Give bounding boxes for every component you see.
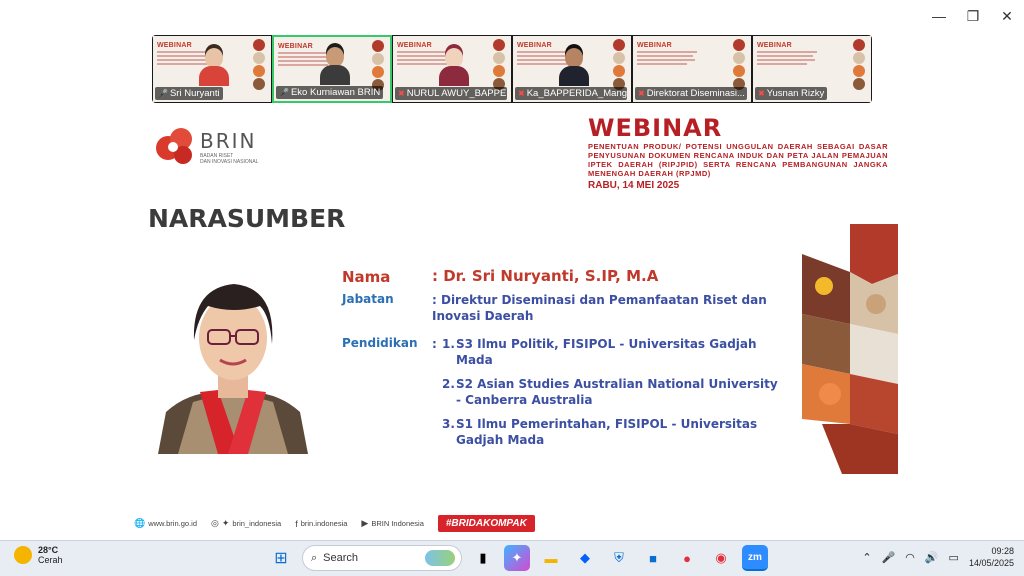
copilot-icon[interactable]: ✦ [504, 545, 530, 571]
participant-name: 🎤 Sri Nuryanti [155, 87, 223, 100]
system-tray: ⌃ 🎤 ◠ 🔊 ▭ 09:28 14/05/2025 [862, 545, 1014, 569]
search-placeholder: Search [323, 552, 359, 564]
speaker-info: Nama : Dr. Sri Nuryanti, S.IP, M.A Jabat… [342, 268, 782, 462]
clock-date: 14/05/2025 [968, 558, 1014, 568]
footer-social: brin_indonesia [232, 519, 282, 528]
mic-muted-icon: ✖ [638, 89, 645, 98]
search-box[interactable]: ⌕ Search [302, 545, 462, 571]
youtube-icon: ▶ [361, 518, 369, 528]
webinar-subtitle: PENENTUAN PRODUK/ POTENSI UNGGULAN DAERA… [588, 142, 888, 178]
tile-webinar-text: WEBINAR [637, 42, 672, 49]
speaker-icon[interactable]: 🔊 [925, 551, 939, 564]
participant-tile[interactable]: WEBINAR ✖ Direktorat Diseminasi... [632, 35, 752, 103]
taskbar: 28°C Cerah ⊞ ⌕ Search ▮ ✦ ▬ ◆ ⛨ ■ ● ◉ zm… [0, 540, 1024, 576]
participant-tile[interactable]: WEBINAR ✖ NURUL AWUY_BAPPE... [392, 35, 512, 103]
file-explorer-icon[interactable]: ▬ [538, 545, 564, 571]
footer-website: www.brin.go.id [148, 519, 197, 528]
wifi-icon[interactable]: ◠ [905, 551, 915, 564]
battery-icon[interactable]: ▭ [949, 551, 959, 564]
tile-slide-lines [757, 51, 819, 67]
tile-food-decoration [249, 38, 269, 98]
weather-widget[interactable]: 28°C Cerah [14, 545, 63, 565]
taskbar-apps: ⊞ ⌕ Search ▮ ✦ ▬ ◆ ⛨ ■ ● ◉ zm [268, 545, 768, 571]
twitter-icon: ✦ [221, 518, 230, 528]
mic-muted-icon: ✖ [518, 89, 525, 98]
facebook-icon: f [295, 518, 298, 529]
education-item: 2. S2 Asian Studies Australian National U… [442, 377, 778, 407]
shared-slide: BRIN BADAN RISET DAN INOVASI NASIONAL WE… [126, 106, 898, 540]
jabatan-label: Jabatan [342, 292, 394, 306]
tile-webinar-text: WEBINAR [278, 43, 313, 50]
webinar-banner: WEBINAR PENENTUAN PRODUK/ POTENSI UNGGUL… [588, 114, 888, 191]
footer-facebook: brin.indonesia [300, 519, 348, 528]
mic-muted-icon: ✖ [758, 89, 765, 98]
logo-sub2: DAN INOVASI NASIONAL [200, 159, 259, 165]
mic-muted-icon: ✖ [398, 89, 405, 98]
brin-logo: BRIN BADAN RISET DAN INOVASI NASIONAL [156, 128, 259, 166]
sun-icon [14, 546, 32, 564]
jabatan-value: : Direktur Diseminasi dan Pemanfaatan Ri… [432, 293, 767, 323]
participant-tile[interactable]: WEBINAR ✖ Yusnan Rizky [752, 35, 872, 103]
weather-condition: Cerah [38, 555, 63, 565]
participant-name: ✖ Yusnan Rizky [755, 87, 828, 100]
windows-start-icon[interactable]: ⊞ [268, 545, 294, 571]
speaker-photo [148, 252, 318, 454]
slide-footer: 🌐 www.brin.go.id ◎ ✦ brin_indonesia f brin.i… [134, 515, 535, 532]
footer-youtube: BRIN Indonesia [371, 519, 424, 528]
tile-slide-lines [637, 51, 699, 67]
globe-icon: 🌐 [134, 518, 146, 528]
participant-name: 🎤 Eko Kurniawan BRIN [276, 86, 384, 99]
brin-logo-mark [156, 128, 194, 166]
close-button[interactable]: ✕ [990, 0, 1024, 32]
instagram-icon: ◎ [211, 518, 219, 528]
nama-label: Nama [342, 268, 391, 286]
pendidikan-label: Pendidikan [342, 336, 418, 350]
slide-heading: NARASUMBER [148, 204, 346, 233]
participant-name: ✖ NURUL AWUY_BAPPE... [395, 87, 507, 100]
participant-video [320, 47, 350, 87]
mic-icon: 🎤 [279, 88, 289, 97]
education-item: :1. S3 Ilmu Politik, FISIPOL - Universita… [432, 337, 757, 367]
window-controls: — ❐ ✕ [922, 0, 1024, 32]
tile-webinar-text: WEBINAR [157, 42, 192, 49]
logo-name: BRIN [200, 129, 257, 153]
participant-video [199, 48, 229, 88]
temperature: 28°C [38, 545, 59, 555]
minimize-button[interactable]: — [922, 0, 956, 32]
participant-tile[interactable]: WEBINAR 🎤 Sri Nuryanti [152, 35, 272, 103]
search-icon: ⌕ [311, 551, 318, 564]
nama-value: : Dr. Sri Nuryanti, S.IP, M.A [432, 267, 659, 285]
dropbox-icon[interactable]: ◆ [572, 545, 598, 571]
participant-name: ✖ Ka_BAPPERIDA_Mang... [515, 87, 627, 100]
clock[interactable]: 09:28 14/05/2025 [969, 545, 1014, 569]
hashtag-badge: #BRIDAKOMPAK [437, 515, 535, 532]
webinar-title: WEBINAR [588, 114, 723, 142]
search-highlight-image [425, 550, 455, 566]
participant-tile[interactable]: WEBINAR 🎤 Eko Kurniawan BRIN [272, 35, 392, 103]
participant-tile[interactable]: WEBINAR ✖ Ka_BAPPERIDA_Mang... [512, 35, 632, 103]
microphone-icon[interactable]: 🎤 [882, 551, 896, 564]
participant-strip: WEBINAR 🎤 Sri Nuryanti WEBINAR 🎤 Eko Kurniawa… [152, 35, 872, 103]
clock-time: 09:28 [991, 546, 1014, 556]
tile-food-decoration [849, 38, 869, 98]
education-list: :1. S3 Ilmu Politik, FISIPOL - Universita… [432, 336, 782, 456]
task-view-icon[interactable]: ▮ [470, 545, 496, 571]
participant-name: ✖ Direktorat Diseminasi... [635, 87, 747, 100]
food-decoration [802, 224, 898, 474]
defender-icon[interactable]: ⛨ [606, 545, 632, 571]
participant-video [559, 48, 589, 88]
chrome-icon[interactable]: ◉ [708, 545, 734, 571]
mic-icon: 🎤 [158, 89, 168, 98]
tile-webinar-text: WEBINAR [517, 42, 552, 49]
store-icon[interactable]: ■ [640, 545, 666, 571]
participant-video [439, 48, 469, 88]
zoom-icon[interactable]: zm [742, 545, 768, 571]
chevron-up-icon[interactable]: ⌃ [862, 551, 871, 564]
education-item: 3. S1 Ilmu Pemerintahan, FISIPOL - Univer… [442, 417, 758, 447]
restore-button[interactable]: ❐ [956, 0, 990, 32]
media-player-icon[interactable]: ● [674, 545, 700, 571]
tile-webinar-text: WEBINAR [397, 42, 432, 49]
webinar-date: RABU, 14 MEI 2025 [588, 180, 680, 191]
tile-webinar-text: WEBINAR [757, 42, 792, 49]
